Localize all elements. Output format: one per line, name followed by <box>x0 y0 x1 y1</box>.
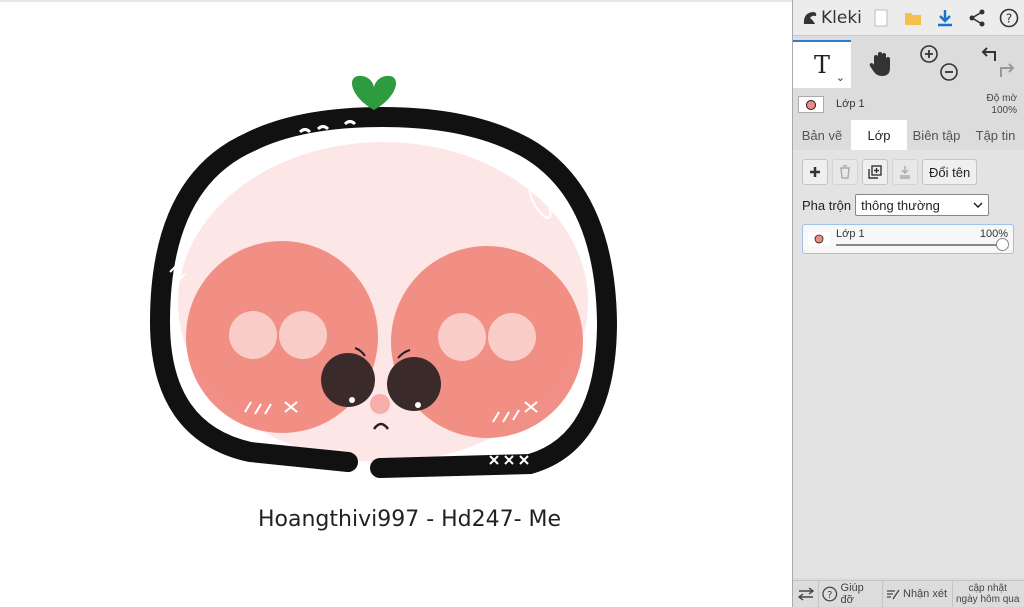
plus-icon <box>810 167 820 177</box>
help-icon: ? <box>999 8 1019 27</box>
layer-thumbnail <box>798 96 824 113</box>
trash-icon <box>840 165 850 179</box>
update-line-2: ngày hôm qua <box>956 594 1020 605</box>
drawing-canvas[interactable]: Hoangthivi997 - Hd247- Me <box>0 0 792 607</box>
current-layer-name: Lớp 1 <box>836 98 865 110</box>
hand-tool[interactable] <box>851 40 909 88</box>
text-tool[interactable]: T ⌄ <box>793 40 851 88</box>
feedback-icon <box>887 589 900 600</box>
layer-list-item[interactable]: Lớp 1 100% <box>802 224 1014 254</box>
tab-draw[interactable]: Bản vẽ <box>793 120 851 150</box>
help-link[interactable]: ? Giúp đỡ <box>819 580 883 607</box>
help-button[interactable]: ? <box>993 0 1024 36</box>
swap-side-button[interactable] <box>793 580 819 607</box>
svg-text:T: T <box>814 53 830 77</box>
help-circle-icon: ? <box>822 586 838 602</box>
download-button[interactable] <box>929 0 961 36</box>
feedback-link[interactable]: Nhận xét <box>883 580 953 607</box>
leaf-heart <box>351 75 397 110</box>
tab-layers[interactable]: Lớp <box>851 120 907 150</box>
chevron-down-icon[interactable]: ⌄ <box>836 71 845 84</box>
feedback-label: Nhận xét <box>903 588 948 600</box>
svg-text:?: ? <box>827 590 832 601</box>
history-controls <box>967 40 1024 88</box>
tab-file[interactable]: Tập tin <box>966 120 1024 150</box>
kleki-logo[interactable]: Kleki <box>793 0 865 36</box>
zoom-controls <box>909 40 967 88</box>
text-tool-icon: T <box>814 53 830 77</box>
svg-text:?: ? <box>1006 11 1012 25</box>
opacity-value: 100% <box>991 105 1017 116</box>
tab-edit[interactable]: Biên tập <box>907 120 966 150</box>
open-folder-icon <box>905 12 921 25</box>
opacity-readout: Độ mờ 100% <box>987 93 1017 117</box>
chevron-down-icon <box>973 202 983 208</box>
duplicate-layer-button[interactable] <box>862 159 888 185</box>
signature-text: Hoangthivi997 - Hd247- Me <box>258 507 561 532</box>
kleki-logo-icon <box>803 11 817 24</box>
download-icon <box>938 9 952 26</box>
layer-actions: Đổi tên <box>802 159 978 185</box>
redo-icon[interactable] <box>997 62 1017 80</box>
blend-mode-row: Pha trộn thông thường <box>802 194 990 216</box>
blend-mode-select[interactable]: thông thường <box>855 194 990 216</box>
duplicate-icon <box>868 165 882 179</box>
blend-mode-value: thông thường <box>861 197 940 213</box>
update-line-1: cập nhật <box>968 583 1007 594</box>
undo-icon[interactable] <box>979 46 999 64</box>
blend-mode-label: Pha trộn <box>802 197 852 213</box>
current-layer-strip: Lớp 1 Độ mờ 100% <box>793 90 1024 120</box>
layer-item-name: Lớp 1 <box>836 228 865 240</box>
sidebar: Kleki ? T ⌄ Lớp 1 Độ mờ 100% Bản vẽ Lớp … <box>792 0 1024 607</box>
merge-down-button[interactable] <box>892 159 918 185</box>
new-file-button[interactable] <box>865 0 897 36</box>
right-eye <box>387 357 441 411</box>
open-file-button[interactable] <box>897 0 929 36</box>
artwork: Hoangthivi997 - Hd247- Me <box>149 75 618 532</box>
panel-tabs: Bản vẽ Lớp Biên tập Tập tin <box>793 120 1024 150</box>
footer-bar: ? Giúp đỡ Nhận xét cập nhật ngày hôm qua <box>793 580 1024 607</box>
merge-down-icon <box>900 166 910 179</box>
layer-opacity-slider-handle[interactable] <box>996 238 1009 251</box>
swap-arrows-icon <box>797 587 814 601</box>
new-file-icon <box>874 9 888 26</box>
layer-opacity-slider[interactable] <box>836 244 1004 246</box>
left-eye <box>321 353 375 407</box>
delete-layer-button[interactable] <box>832 159 858 185</box>
app-title: Kleki <box>821 7 862 28</box>
hand-tool-icon <box>869 52 890 76</box>
rename-layer-button[interactable]: Đổi tên <box>922 159 978 185</box>
layer-item-thumbnail <box>808 232 830 246</box>
tool-row: T ⌄ <box>793 40 1024 88</box>
add-layer-button[interactable] <box>802 159 828 185</box>
share-icon <box>969 9 985 26</box>
share-button[interactable] <box>961 0 993 36</box>
top-bar: Kleki ? <box>793 0 1024 36</box>
layers-panel: Đổi tên Pha trộn thông thường Lớp 1 100% <box>793 150 1024 578</box>
opacity-label: Độ mờ <box>986 93 1017 104</box>
zoom-out-icon[interactable] <box>939 62 959 82</box>
kleki-app: Hoangthivi997 - Hd247- Me Kleki ? T ⌄ Lớ… <box>0 0 1024 607</box>
update-notice[interactable]: cập nhật ngày hôm qua <box>953 583 1022 605</box>
help-label: Giúp đỡ <box>840 582 864 606</box>
zoom-in-icon[interactable] <box>919 44 939 64</box>
